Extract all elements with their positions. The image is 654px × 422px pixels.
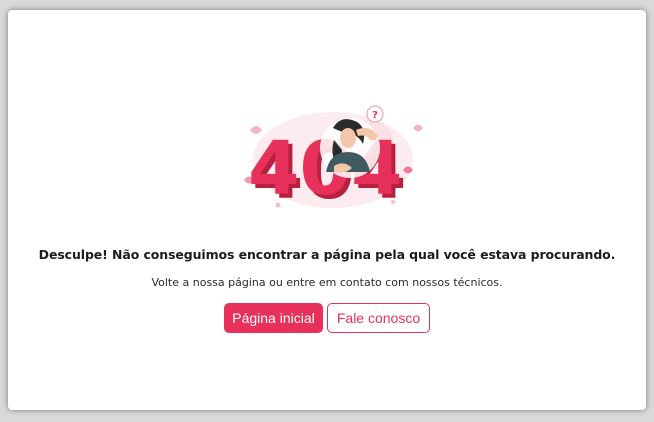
leaf-decoration (413, 124, 423, 132)
contact-button[interactable]: Fale conosco (327, 303, 430, 333)
404-illustration: 404 404 ? (244, 105, 423, 215)
action-buttons: Página inicial Fale conosco (8, 303, 646, 333)
home-button[interactable]: Página inicial (224, 303, 323, 333)
person-face (340, 128, 356, 148)
error-headline: Desculpe! Não conseguimos encontrar a pá… (38, 247, 616, 262)
error-card: 404 404 ? Desculpe! Não conseguimos enco… (8, 10, 646, 410)
error-subline: Volte a nossa página ou entre em contato… (151, 276, 503, 289)
question-mark-icon: ? (372, 110, 378, 121)
